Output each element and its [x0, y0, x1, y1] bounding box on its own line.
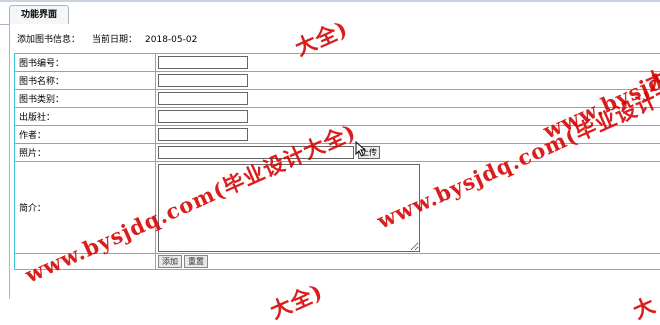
info-heading: 添加图书信息：	[17, 35, 80, 45]
form-row-book-name: 图书名称：	[15, 72, 660, 90]
intro-label: 简介：	[15, 162, 156, 254]
book-id-label: 图书编号：	[15, 54, 156, 72]
form-row-intro: 简介：	[15, 162, 660, 254]
form-row-book-category: 图书类别：	[15, 90, 660, 108]
publisher-label: 出版社：	[15, 108, 156, 126]
photo-label: 照片：	[15, 144, 156, 162]
form-row-author: 作者：	[15, 126, 660, 144]
current-date-label: 当前日期：	[92, 35, 137, 45]
mouse-pointer-icon	[355, 141, 367, 157]
book-name-label: 图书名称：	[15, 72, 156, 90]
photo-path-input[interactable]	[158, 146, 354, 159]
add-book-form: 图书编号： 图书名称： 图书类别： 出版社： 作者： 照片： 上传 简介： 添加…	[14, 53, 660, 270]
book-name-input[interactable]	[158, 74, 248, 87]
intro-textarea[interactable]	[158, 164, 420, 252]
book-id-input[interactable]	[158, 56, 248, 69]
publisher-input[interactable]	[158, 110, 248, 123]
form-row-actions: 添加重置	[15, 254, 660, 270]
book-category-label: 图书类别：	[15, 90, 156, 108]
book-category-input[interactable]	[158, 92, 248, 105]
author-label: 作者：	[15, 126, 156, 144]
tab-bar: 功能界面	[0, 0, 660, 25]
add-button[interactable]: 添加	[158, 255, 182, 268]
form-row-photo: 照片： 上传	[15, 144, 660, 162]
reset-button[interactable]: 重置	[184, 255, 208, 268]
form-row-book-id: 图书编号：	[15, 54, 660, 72]
top-border	[0, 0, 660, 2]
form-row-publisher: 出版社：	[15, 108, 660, 126]
info-line: 添加图书信息： 当前日期： 2018-05-02	[17, 34, 197, 46]
author-input[interactable]	[158, 128, 248, 141]
current-date-value: 2018-05-02	[145, 35, 197, 45]
tab-function-view[interactable]: 功能界面	[9, 5, 69, 25]
